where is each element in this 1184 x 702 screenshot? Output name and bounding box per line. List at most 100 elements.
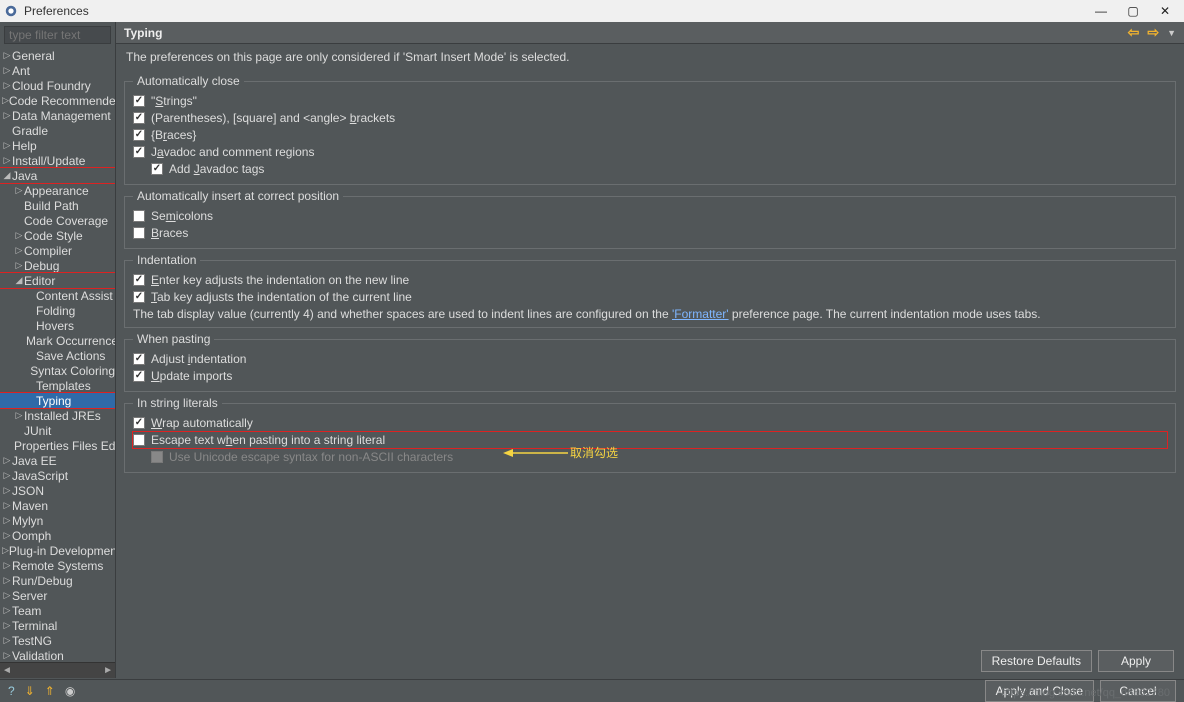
tree-item-data-management[interactable]: ▷Data Management: [0, 108, 115, 123]
checkbox[interactable]: [133, 291, 145, 303]
tree-item-installed-jres[interactable]: ▷Installed JREs: [0, 408, 115, 423]
tree-item-remote-systems[interactable]: ▷Remote Systems: [0, 558, 115, 573]
tree-item-testng[interactable]: ▷TestNG: [0, 633, 115, 648]
export-icon[interactable]: ⇑: [45, 684, 55, 698]
twisty-collapsed-icon[interactable]: ▷: [14, 230, 24, 241]
tree-item-java[interactable]: ◢Java: [0, 168, 115, 183]
tree-item-code-recommenders[interactable]: ▷Code Recommenders: [0, 93, 115, 108]
twisty-collapsed-icon[interactable]: ▷: [2, 80, 12, 91]
twisty-collapsed-icon[interactable]: ▷: [2, 65, 12, 76]
restore-defaults-button[interactable]: Restore Defaults: [981, 650, 1092, 672]
twisty-collapsed-icon[interactable]: ▷: [2, 515, 12, 526]
twisty-collapsed-icon[interactable]: ▷: [2, 485, 12, 496]
tree-item-gradle[interactable]: Gradle: [0, 123, 115, 138]
tree-item-team[interactable]: ▷Team: [0, 603, 115, 618]
twisty-expanded-icon[interactable]: ◢: [14, 275, 24, 286]
twisty-collapsed-icon[interactable]: ▷: [2, 620, 12, 631]
forward-button[interactable]: ⇨: [1147, 24, 1159, 41]
tree-item-cloud-foundry[interactable]: ▷Cloud Foundry: [0, 78, 115, 93]
twisty-collapsed-icon[interactable]: ▷: [2, 140, 12, 151]
oomph-icon[interactable]: ◉: [65, 684, 75, 698]
checkbox[interactable]: [133, 370, 145, 382]
checkbox[interactable]: [133, 95, 145, 107]
checkbox[interactable]: [133, 227, 145, 239]
tree-item-java-ee[interactable]: ▷Java EE: [0, 453, 115, 468]
tree-item-server[interactable]: ▷Server: [0, 588, 115, 603]
checkbox[interactable]: [133, 417, 145, 429]
twisty-collapsed-icon[interactable]: ▷: [2, 95, 9, 106]
tree-item-typing[interactable]: Typing: [0, 393, 115, 408]
tree-item-junit[interactable]: JUnit: [0, 423, 115, 438]
tree-item-folding[interactable]: Folding: [0, 303, 115, 318]
twisty-collapsed-icon[interactable]: ▷: [2, 545, 9, 556]
cancel-button[interactable]: Cancel: [1100, 680, 1176, 702]
tree-item-code-coverage[interactable]: Code Coverage: [0, 213, 115, 228]
dropdown-icon[interactable]: ▼: [1167, 28, 1176, 38]
twisty-collapsed-icon[interactable]: ▷: [2, 455, 12, 466]
checkbox[interactable]: [133, 210, 145, 222]
twisty-collapsed-icon[interactable]: ▷: [14, 260, 24, 271]
tree-item-syntax-coloring[interactable]: Syntax Coloring: [0, 363, 115, 378]
twisty-collapsed-icon[interactable]: ▷: [14, 410, 24, 421]
tree-item-general[interactable]: ▷General: [0, 48, 115, 63]
tree-item-properties-files-editor[interactable]: Properties Files Editor: [0, 438, 115, 453]
twisty-collapsed-icon[interactable]: ▷: [2, 500, 12, 511]
checkbox[interactable]: [133, 434, 145, 446]
back-button[interactable]: ⇦: [1128, 24, 1140, 41]
apply-close-button[interactable]: Apply and Close: [985, 680, 1094, 702]
twisty-collapsed-icon[interactable]: ▷: [2, 560, 12, 571]
checkbox[interactable]: [151, 163, 163, 175]
tree-item-maven[interactable]: ▷Maven: [0, 498, 115, 513]
twisty-collapsed-icon[interactable]: ▷: [2, 590, 12, 601]
scroll-right-icon[interactable]: ►: [103, 665, 113, 676]
tree-item-appearance[interactable]: ▷Appearance: [0, 183, 115, 198]
tree-item-javascript[interactable]: ▷JavaScript: [0, 468, 115, 483]
filter-input[interactable]: [4, 26, 111, 44]
horizontal-scrollbar[interactable]: ◄ ►: [0, 662, 115, 678]
tree-item-code-style[interactable]: ▷Code Style: [0, 228, 115, 243]
tree-item-compiler[interactable]: ▷Compiler: [0, 243, 115, 258]
twisty-collapsed-icon[interactable]: ▷: [2, 110, 12, 121]
tree-item-json[interactable]: ▷JSON: [0, 483, 115, 498]
tree-item-help[interactable]: ▷Help: [0, 138, 115, 153]
twisty-collapsed-icon[interactable]: ▷: [2, 605, 12, 616]
scroll-left-icon[interactable]: ◄: [2, 665, 12, 676]
twisty-collapsed-icon[interactable]: ▷: [14, 245, 24, 256]
close-button[interactable]: ✕: [1158, 4, 1172, 18]
twisty-expanded-icon[interactable]: ◢: [2, 170, 12, 181]
minimize-button[interactable]: —: [1094, 4, 1108, 18]
checkbox[interactable]: [133, 274, 145, 286]
maximize-button[interactable]: ▢: [1126, 4, 1140, 18]
help-icon[interactable]: ?: [8, 684, 15, 698]
checkbox[interactable]: [133, 146, 145, 158]
checkbox[interactable]: [133, 112, 145, 124]
twisty-collapsed-icon[interactable]: ▷: [2, 470, 12, 481]
twisty-collapsed-icon[interactable]: ▷: [2, 155, 12, 166]
twisty-collapsed-icon[interactable]: ▷: [2, 50, 12, 61]
tree-item-mylyn[interactable]: ▷Mylyn: [0, 513, 115, 528]
tree-item-install-update[interactable]: ▷Install/Update: [0, 153, 115, 168]
tree-item-plug-in-development[interactable]: ▷Plug-in Development: [0, 543, 115, 558]
twisty-collapsed-icon[interactable]: ▷: [2, 575, 12, 586]
tree-item-oomph[interactable]: ▷Oomph: [0, 528, 115, 543]
tree-item-content-assist[interactable]: Content Assist: [0, 288, 115, 303]
tree-item-templates[interactable]: Templates: [0, 378, 115, 393]
twisty-collapsed-icon[interactable]: ▷: [2, 530, 12, 541]
import-icon[interactable]: ⇓: [25, 684, 35, 698]
twisty-collapsed-icon[interactable]: ▷: [2, 635, 12, 646]
checkbox[interactable]: [133, 129, 145, 141]
tree-item-terminal[interactable]: ▷Terminal: [0, 618, 115, 633]
twisty-collapsed-icon[interactable]: ▷: [14, 185, 24, 196]
twisty-collapsed-icon[interactable]: ▷: [2, 650, 12, 661]
preference-tree[interactable]: ▷General▷Ant▷Cloud Foundry▷Code Recommen…: [0, 46, 115, 662]
tree-item-validation[interactable]: ▷Validation: [0, 648, 115, 662]
tree-item-run-debug[interactable]: ▷Run/Debug: [0, 573, 115, 588]
tree-item-mark-occurrences[interactable]: Mark Occurrences: [0, 333, 115, 348]
formatter-link[interactable]: 'Formatter': [672, 307, 729, 321]
tree-item-save-actions[interactable]: Save Actions: [0, 348, 115, 363]
tree-item-build-path[interactable]: Build Path: [0, 198, 115, 213]
tree-item-debug[interactable]: ▷Debug: [0, 258, 115, 273]
apply-button[interactable]: Apply: [1098, 650, 1174, 672]
tree-item-ant[interactable]: ▷Ant: [0, 63, 115, 78]
checkbox[interactable]: [133, 353, 145, 365]
